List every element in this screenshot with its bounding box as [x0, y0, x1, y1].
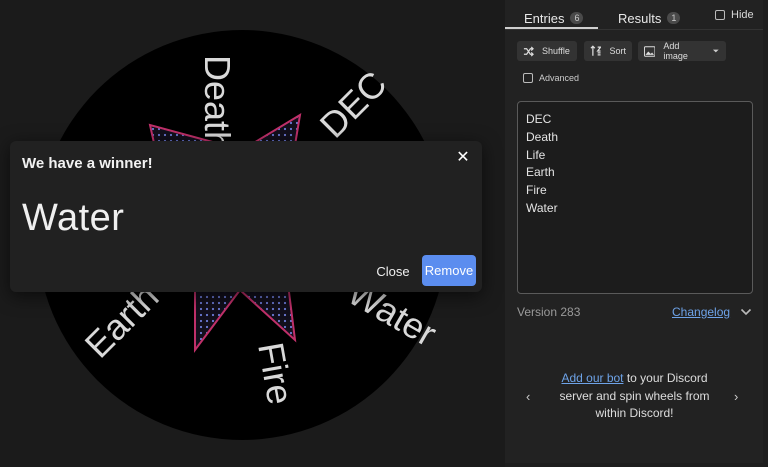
- image-icon: [644, 45, 656, 57]
- entry-line: Earth: [526, 165, 555, 180]
- wheel-label-death: Death: [197, 55, 238, 151]
- entry-line: Death: [526, 129, 559, 144]
- results-count-badge: 1: [667, 12, 681, 24]
- tab-results-label: Results: [618, 10, 662, 26]
- advanced-toggle[interactable]: Advanced: [523, 73, 579, 83]
- shuffle-label: Shuffle: [542, 46, 570, 56]
- shuffle-icon: [523, 45, 534, 57]
- entry-line: Life: [526, 147, 546, 162]
- add-image-label: Add image: [663, 41, 688, 61]
- tab-divider: [505, 29, 763, 30]
- version-label: Version 283: [517, 305, 581, 319]
- sort-button[interactable]: Sort: [584, 41, 632, 61]
- entries-count-badge: 6: [570, 12, 584, 24]
- chevron-right-icon[interactable]: ›: [734, 389, 738, 404]
- hide-toggle[interactable]: Hide: [715, 9, 754, 21]
- close-icon[interactable]: ✕: [454, 149, 472, 167]
- close-button[interactable]: Close: [367, 256, 419, 286]
- chevron-down-icon[interactable]: [740, 307, 752, 317]
- winner-name: Water: [22, 197, 125, 239]
- tab-results[interactable]: Results 1: [618, 8, 681, 28]
- remove-button[interactable]: Remove: [422, 255, 476, 286]
- entry-line: Fire: [526, 183, 547, 198]
- discord-promo: Add our bot to your Discord server and s…: [547, 370, 722, 423]
- add-bot-link[interactable]: Add our bot: [561, 371, 623, 385]
- hide-label: Hide: [731, 9, 754, 21]
- chevron-left-icon[interactable]: ‹: [526, 389, 530, 404]
- add-image-button[interactable]: Add image: [638, 41, 726, 61]
- side-panel: Entries 6 Results 1 Hide Shuffle Sort Ad…: [505, 0, 768, 467]
- shuffle-button[interactable]: Shuffle: [517, 41, 577, 61]
- tab-entries-label: Entries: [524, 10, 565, 26]
- changelog-link[interactable]: Changelog: [672, 305, 730, 319]
- entries-textarea[interactable]: DEC Death Life Earth Fire Water: [517, 101, 753, 294]
- entry-line: Water: [526, 200, 558, 215]
- side-panel-card: Entries 6 Results 1 Hide Shuffle Sort Ad…: [505, 0, 763, 463]
- sort-icon: [590, 45, 602, 56]
- tab-entries[interactable]: Entries 6: [524, 8, 584, 28]
- hide-checkbox[interactable]: [715, 10, 725, 20]
- advanced-label: Advanced: [539, 73, 580, 83]
- app-root: Death DEC Water Fire Earth We have a win…: [0, 0, 768, 467]
- entry-line: DEC: [526, 112, 552, 126]
- sort-label: Sort: [609, 46, 626, 56]
- advanced-checkbox[interactable]: [523, 73, 533, 83]
- winner-dialog: We have a winner! ✕ Water Close Remove: [10, 141, 482, 292]
- chevron-down-icon: [713, 49, 720, 53]
- dialog-title: We have a winner!: [22, 155, 153, 172]
